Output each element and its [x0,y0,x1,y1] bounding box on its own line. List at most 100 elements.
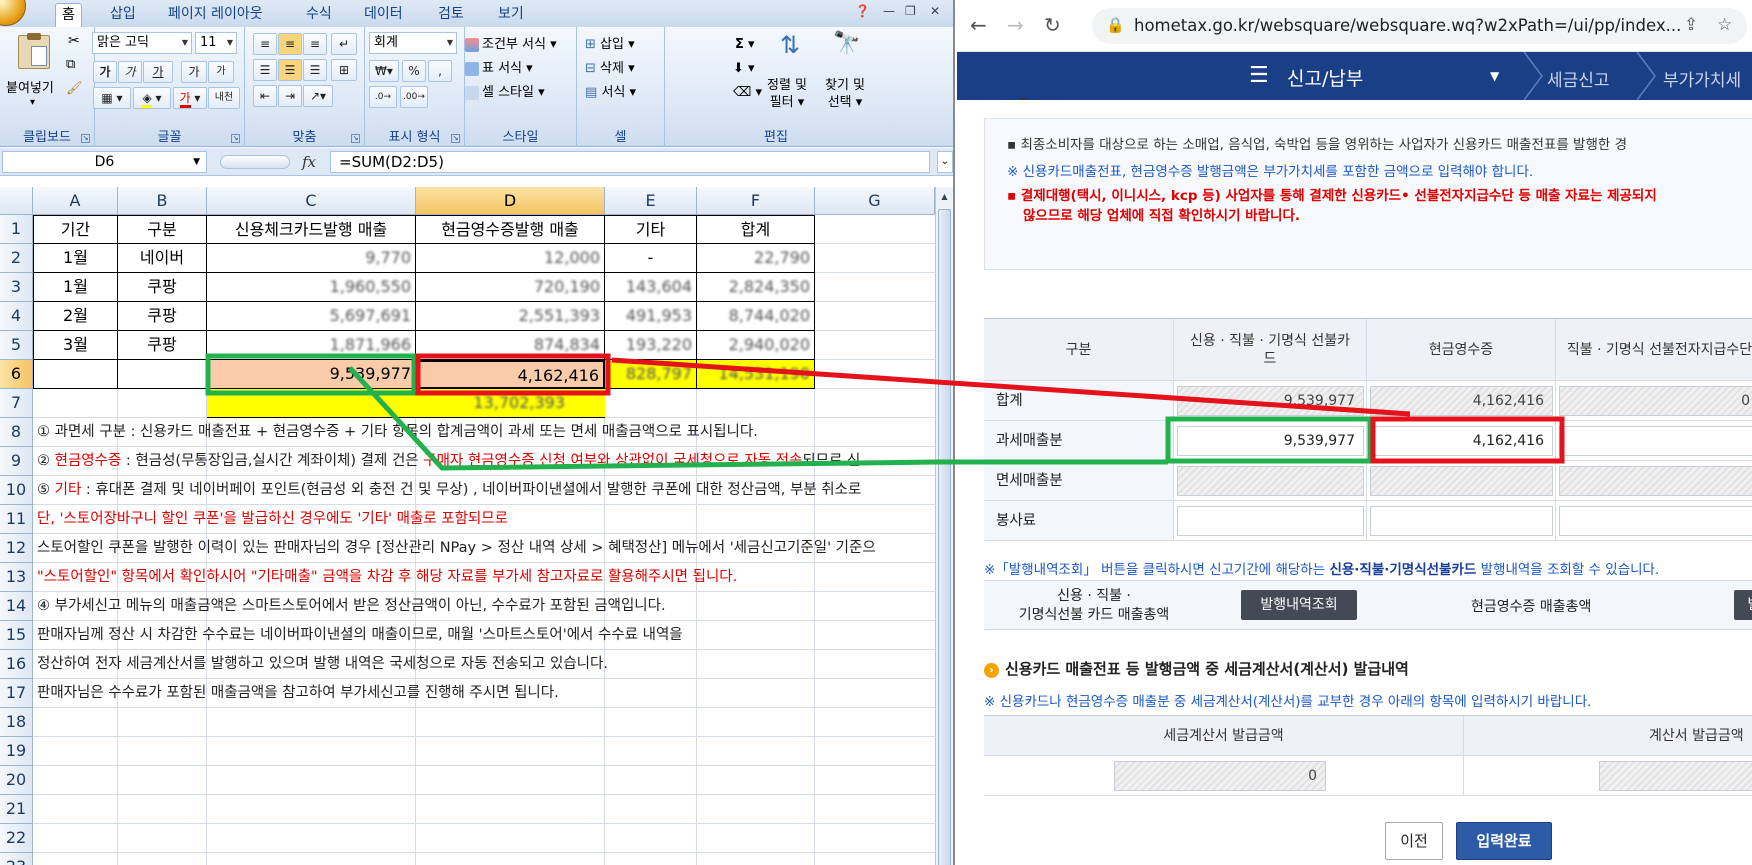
forward-icon[interactable]: → [1007,13,1024,37]
cell-style-button[interactable]: 셀 스타일 ▾ [465,81,545,100]
crumb-vat[interactable]: 부가가치세 [1663,66,1741,91]
tab-page-layout[interactable]: 페이지 레이아웃 [162,3,269,27]
note-row[interactable]: ① 과면세 구분 : 신용카드 매출전표 + 현금영수증 + 기타 항목의 합계… [37,418,932,447]
row-header-10[interactable]: 10 [0,476,33,505]
row-header-16[interactable]: 16 [0,650,33,679]
table-data-cell[interactable]: 1,960,550 [207,273,416,302]
clear-icon[interactable]: ⌫ ▾ [733,85,762,100]
table-data-cell[interactable]: 143,604 [605,273,697,302]
align-bottom-icon[interactable]: ≡ [303,33,327,55]
decrease-decimal-icon[interactable]: .00→ [400,86,428,108]
row-header-3[interactable]: 3 [0,273,33,302]
row-header-7[interactable]: 7 [0,389,33,418]
row-header-23[interactable]: 23 [0,853,33,865]
table-format-button[interactable]: 표 서식 ▾ [465,57,533,76]
back-icon[interactable]: ← [970,13,987,37]
row-header-19[interactable]: 19 [0,737,33,766]
cash-lookup-button[interactable]: 발 [1734,590,1752,620]
help-icon[interactable]: ❓ [855,4,870,18]
insert-function-icon[interactable]: fx [302,153,316,171]
table-data-cell[interactable]: 9,770 [207,244,416,273]
orientation-icon[interactable]: ↗▾ [303,85,333,107]
table-data-cell[interactable]: 12,000 [416,244,605,273]
note-row[interactable]: ④ 부가세신고 메뉴의 매출금액은 스마트스토어에서 받은 정산금액이 아닌, … [37,592,932,621]
sales-amount-input[interactable] [1559,426,1752,456]
table-total-cell[interactable] [33,360,118,389]
sales-amount-input[interactable] [1177,506,1364,536]
sales-amount-input[interactable]: 4,162,416 [1370,386,1553,416]
tax-invoice-amount-input[interactable]: 0 [1114,761,1326,791]
note-row[interactable]: 판매자님은 수수료가 포함된 매출금액을 참고하여 부가세신고를 진행해 주시면… [37,679,932,708]
conditional-format-button[interactable]: 조건부 서식 ▾ [465,33,557,52]
grand-total-cell[interactable]: 14,531,190 [697,360,815,389]
dialog-launcher-icon[interactable]: ↘ [231,134,240,143]
format-cells-button[interactable]: ▤ 서식 ▾ [585,81,636,100]
note-row[interactable]: 스토어할인 쿠폰을 발행한 이력이 있는 판매자님의 경우 [정산관리 NPay… [37,534,932,563]
crumb-tax-report[interactable]: 세금신고 [1547,66,1610,91]
prev-button[interactable]: 이전 [1385,822,1443,860]
font-name-select[interactable]: 맑은 고딕 ▼ [92,32,192,54]
column-header-f[interactable]: F [697,187,815,215]
hamburger-menu-icon[interactable]: ☰ [1249,63,1269,88]
column-header-b[interactable]: B [118,187,207,215]
table-data-cell[interactable]: 874,834 [416,331,605,360]
sales-amount-input[interactable] [1559,506,1752,536]
spreadsheet-grid[interactable]: A B C D E F G 1 2 3 4 5 6 7 8 9 10 11 12 13 14 15 16 17 18 19 20 21… [0,187,935,865]
row-header-1[interactable]: 1 [0,215,33,244]
shrink-font-button[interactable]: 가 [208,61,234,83]
lock-icon[interactable]: 🔒 [1106,16,1125,34]
autosum-button[interactable]: Σ ▾ [735,37,755,52]
table-data-cell[interactable]: 5,697,691 [207,302,416,331]
delete-cells-button[interactable]: ⊟ 삭제 ▾ [585,57,635,76]
close-icon[interactable]: ✕ [930,4,940,18]
dialog-launcher-icon[interactable]: ↘ [81,134,90,143]
table-data-cell[interactable]: 쿠팡 [118,302,207,331]
insert-cells-button[interactable]: ⊞ 삽입 ▾ [585,33,635,52]
table-data-cell[interactable]: 193,220 [605,331,697,360]
address-bar[interactable]: 🔒 hometax.go.kr/websquare/websquare.wq?w… [1092,8,1747,44]
align-left-icon[interactable]: ☰ [253,59,277,81]
row-header-13[interactable]: 13 [0,563,33,592]
comma-button[interactable]: , [428,60,452,82]
italic-button[interactable]: 가 [118,61,142,83]
table-total-cell[interactable] [118,360,207,389]
fill-color-button[interactable]: ◈ ▾ [133,87,171,109]
formula-input[interactable]: =SUM(D2:D5) [330,151,930,173]
sort-filter-icon[interactable]: ⇅ [780,31,800,59]
table-header-cell[interactable]: 구분 [118,215,207,244]
column-header-g[interactable]: G [815,187,935,215]
table-data-cell[interactable]: 2월 [33,302,118,331]
merge-center-icon[interactable]: ⊞ [331,59,357,81]
wrap-text-icon[interactable]: ↵ [331,33,357,55]
row-header-2[interactable]: 2 [0,244,33,273]
decrease-indent-icon[interactable]: ⇤ [253,85,277,107]
nav-dropdown-icon[interactable]: ▼ [1490,69,1499,83]
scroll-thumb[interactable] [938,209,951,865]
row-header-4[interactable]: 4 [0,302,33,331]
border-button[interactable]: ▦ ▾ [93,87,131,109]
row-header-17[interactable]: 17 [0,679,33,708]
dialog-launcher-icon[interactable]: ↘ [451,134,460,143]
format-painter-icon[interactable]: 🖌 [66,81,83,96]
formula-bar-splitter[interactable] [220,155,290,169]
table-header-cell[interactable]: 기타 [605,215,697,244]
row-header-12[interactable]: 12 [0,534,33,563]
tab-home[interactable]: 홈 [55,3,82,27]
note-row[interactable]: "스토어할인" 항목에서 확인하시어 "기타매출" 금액을 차감 후 해당 자료… [37,563,932,592]
align-right-icon[interactable]: ☰ [303,59,327,81]
column-header-e[interactable]: E [605,187,697,215]
table-header-cell[interactable]: 합계 [697,215,815,244]
scroll-up-icon[interactable]: ▲ [938,189,951,205]
align-top-icon[interactable]: ≡ [253,33,277,55]
copy-icon[interactable]: ⧉ [66,57,75,72]
row-header-6[interactable]: 6 [0,360,33,389]
note-row[interactable]: ⑤ 기타 : 휴대폰 결제 및 네이버페이 포인트(현금성 외 충전 건 및 무… [37,476,932,505]
nav-title[interactable]: 신고/납부 [1287,64,1363,91]
note-row[interactable]: 판매자님께 정산 시 차감한 수수료는 네이버파이낸셜의 매출이므로, 매월 '… [37,621,932,650]
select-all-corner[interactable] [0,187,33,215]
font-size-select[interactable]: 11 ▼ [195,32,237,54]
sales-amount-input[interactable]: 9,539,977 [1177,426,1364,456]
sales-amount-input[interactable]: 9,539,977 [1177,386,1364,416]
dialog-launcher-icon[interactable]: ↘ [351,134,360,143]
office-button[interactable] [0,0,26,26]
